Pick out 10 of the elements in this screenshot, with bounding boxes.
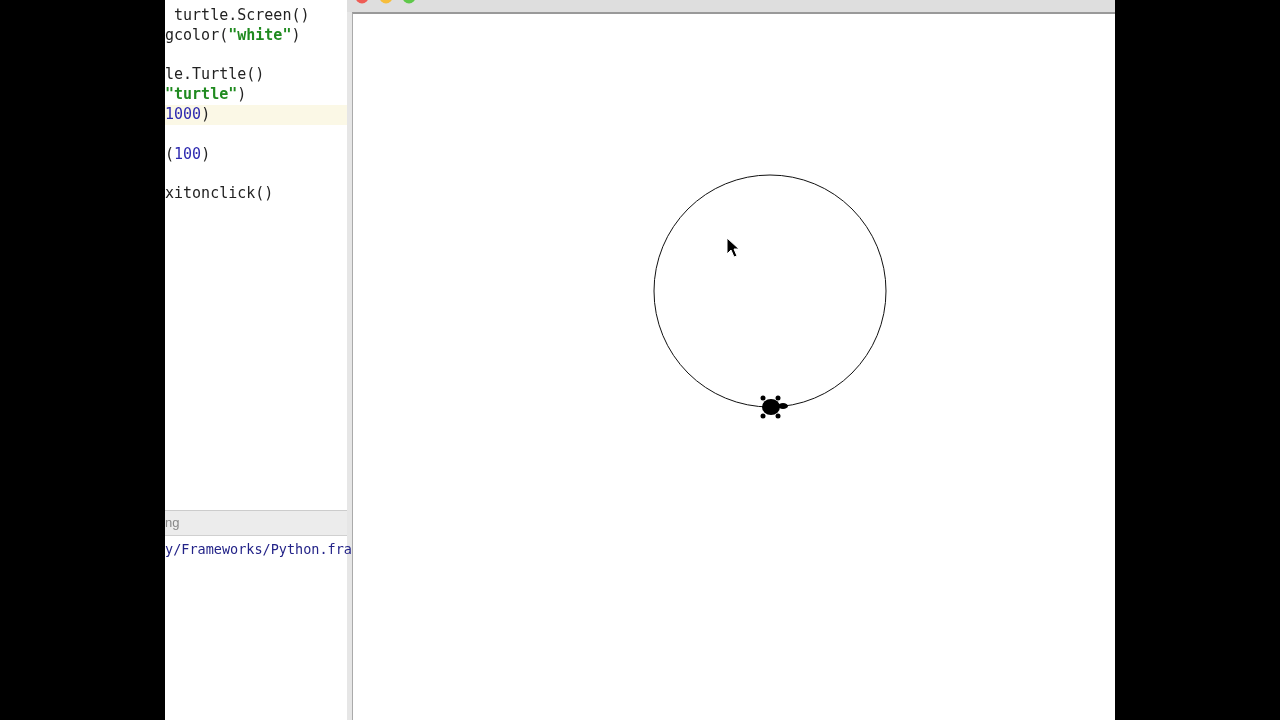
cursor-icon (726, 237, 740, 258)
code-line: turtle.Screen() (173, 6, 311, 26)
code-line: (100) (165, 144, 212, 165)
code-line: xitonclick() (165, 184, 275, 204)
turtle-icon (760, 395, 788, 419)
console-output: y/Frameworks/Python.fra (165, 541, 352, 557)
code-line: "turtle") (165, 85, 248, 105)
code-line: le.Turtle() (165, 65, 266, 86)
panel-title: ng (165, 515, 180, 530)
code-line: gcolor("white") (165, 25, 302, 46)
